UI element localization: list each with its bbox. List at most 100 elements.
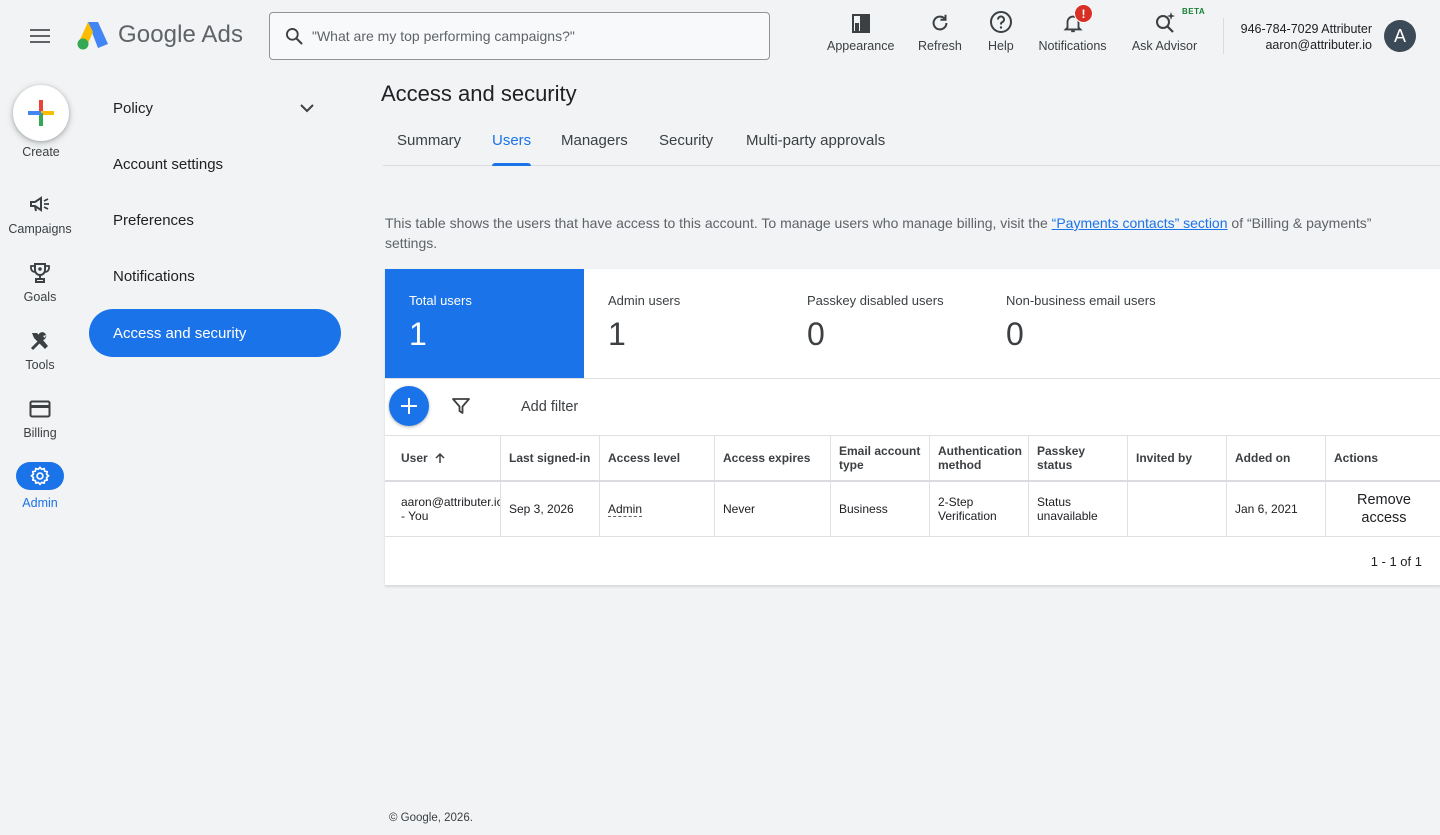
table-header: User Last signed-in Access level Access … (385, 435, 1440, 482)
subnav-label-notifications: Notifications (113, 267, 195, 285)
help-button[interactable]: Help (988, 8, 1014, 56)
hamburger-icon (30, 29, 50, 43)
rail-item-campaigns[interactable]: Campaigns (0, 193, 80, 236)
column-header-user[interactable]: User (385, 436, 500, 480)
filter-icon[interactable] (451, 397, 471, 415)
help-icon (989, 11, 1012, 33)
pagination-text: 1 - 1 of 1 (1370, 554, 1422, 569)
stat-value: 0 (1006, 316, 1024, 352)
table-row: aaron@attributer.io - You Sep 3, 2026 Adm… (385, 482, 1440, 537)
rail-item-billing[interactable]: Billing (0, 397, 80, 440)
tab-users[interactable]: Users (492, 120, 532, 166)
account-info[interactable]: 946-784-7029 Attributer aaron@attributer… (1241, 21, 1372, 53)
ask-advisor-label: Ask Advisor (1131, 39, 1198, 53)
column-header-email-account-type[interactable]: Email account type (830, 436, 929, 480)
stat-value: 1 (608, 316, 626, 352)
plus-icon (28, 100, 54, 126)
rail-label-goals: Goals (23, 290, 57, 304)
create-button[interactable] (13, 85, 69, 141)
add-filter-button[interactable]: Add filter (521, 399, 578, 415)
rail-label-admin: Admin (22, 496, 58, 510)
access-level-link[interactable]: Admin (608, 502, 643, 517)
logo-text: Google Ads (118, 21, 244, 48)
refresh-icon (932, 14, 948, 31)
stat-admin-users[interactable]: Admin users 1 (584, 269, 783, 378)
chevron-down-icon (300, 104, 314, 113)
rail-item-goals[interactable]: Goals (0, 261, 80, 304)
subnav-label-preferences: Preferences (113, 211, 194, 229)
subnav-label-policy: Policy (113, 99, 154, 117)
credit-card-icon (29, 400, 51, 418)
top-header: Google Ads Appearance Refresh Help ! Not… (0, 0, 1440, 72)
rail-label-campaigns: Campaigns (8, 222, 72, 236)
payments-contacts-link[interactable]: “Payments contacts” section (1052, 215, 1228, 231)
add-user-button[interactable] (389, 386, 429, 426)
cell-access-level: Admin (599, 482, 714, 536)
description-part-1: This table shows the users that have acc… (385, 215, 1052, 231)
column-header-passkey-status[interactable]: Passkey status (1028, 436, 1127, 480)
ask-advisor-button[interactable]: BETA Ask Advisor (1131, 7, 1205, 56)
megaphone-icon (30, 196, 49, 212)
header-label: User (401, 451, 428, 465)
tab-security[interactable]: Security (659, 120, 713, 165)
search-input[interactable] (312, 28, 752, 44)
column-header-actions: Actions (1325, 436, 1440, 480)
refresh-label: Refresh (918, 39, 962, 53)
cell-access-expires: Never (714, 482, 830, 536)
ads-logo-icon (77, 22, 108, 50)
search-box[interactable] (269, 12, 770, 60)
google-ads-logo[interactable]: Google Ads (76, 20, 243, 50)
stat-non-business-email-users[interactable]: Non-business email users 0 (982, 269, 1212, 378)
appearance-button[interactable]: Appearance (827, 8, 894, 56)
stat-passkey-disabled-users[interactable]: Passkey disabled users 0 (783, 269, 983, 378)
avatar[interactable]: A (1384, 20, 1416, 52)
cell-invited-by (1127, 482, 1226, 536)
tab-summary[interactable]: Summary (397, 120, 461, 165)
rail-label-billing: Billing (23, 426, 57, 440)
subnav-item-preferences[interactable]: Preferences (89, 196, 341, 244)
column-header-last-signed-in[interactable]: Last signed-in (500, 436, 599, 480)
account-email: aaron@attributer.io (1265, 38, 1372, 52)
cell-added-on: Jan 6, 2021 (1226, 482, 1325, 536)
rail-label-tools: Tools (25, 358, 55, 372)
user-email: aaron@attributer.io (401, 495, 500, 509)
rail-item-admin[interactable]: Admin (0, 462, 80, 510)
stat-value: 0 (807, 316, 825, 352)
divider (385, 378, 1440, 379)
create-label: Create (22, 145, 60, 159)
subnav-item-access-security[interactable]: Access and security (89, 309, 341, 357)
stat-total-users[interactable]: Total users 1 (385, 269, 584, 378)
rail-item-tools[interactable]: Tools (0, 329, 80, 372)
page-title: Access and security (381, 81, 577, 106)
subnav-item-policy[interactable]: Policy (89, 84, 341, 132)
subnav-item-notifications[interactable]: Notifications (89, 252, 341, 300)
stat-label: Admin users (608, 293, 681, 308)
remove-access-button[interactable]: Remove access (1334, 491, 1434, 527)
user-suffix: - You (401, 509, 429, 523)
cell-auth-method: 2-Step Verification (929, 482, 1028, 536)
cell-actions: Remove access (1325, 482, 1440, 536)
notifications-label: Notifications (1038, 39, 1107, 53)
column-header-access-level[interactable]: Access level (599, 436, 714, 480)
subnav-label-account-settings: Account settings (113, 155, 224, 173)
notifications-button[interactable]: ! Notifications (1036, 4, 1109, 56)
column-header-authentication-method[interactable]: Authentication method (929, 436, 1028, 480)
trophy-icon (30, 263, 50, 283)
column-header-added-on[interactable]: Added on (1226, 436, 1325, 480)
tab-multi-party-approvals[interactable]: Multi-party approvals (746, 120, 885, 165)
subnav-item-account-settings[interactable]: Account settings (89, 140, 341, 188)
user-text: aaron@attributer.io - You (401, 495, 500, 523)
stat-value: 1 (409, 316, 427, 352)
notification-badge: ! (1074, 4, 1093, 23)
beta-label: BETA (1182, 7, 1206, 16)
column-header-access-expires[interactable]: Access expires (714, 436, 830, 480)
appearance-icon (851, 14, 870, 33)
appearance-label: Appearance (827, 39, 895, 53)
refresh-button[interactable]: Refresh (918, 8, 962, 56)
cell-last-signed-in: Sep 3, 2026 (500, 482, 599, 536)
advisor-icon (1155, 12, 1175, 33)
tab-managers[interactable]: Managers (561, 120, 628, 165)
main-menu-button[interactable] (24, 20, 56, 52)
column-header-invited-by[interactable]: Invited by (1127, 436, 1226, 480)
help-label: Help (988, 39, 1014, 53)
